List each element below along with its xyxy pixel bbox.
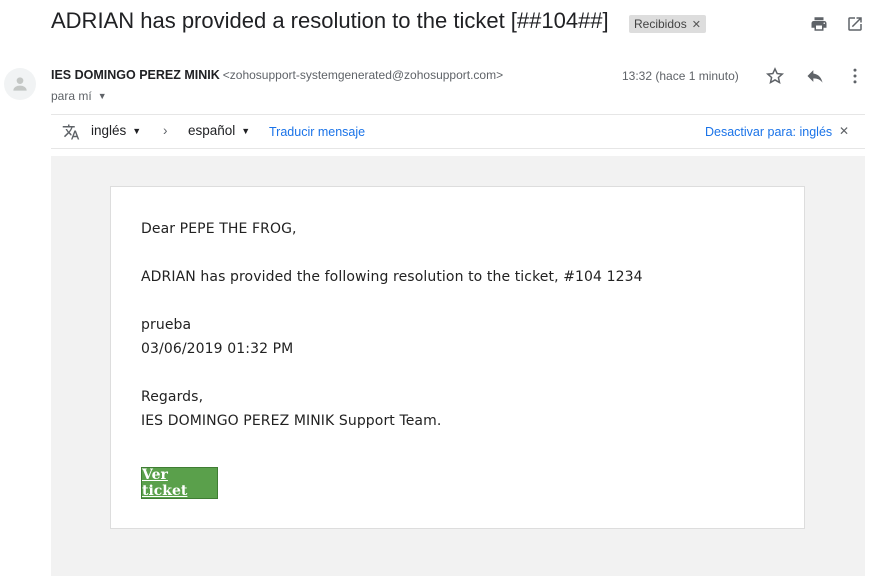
translate-icon xyxy=(61,123,81,141)
print-icon[interactable] xyxy=(809,14,829,34)
source-language-label: inglés xyxy=(91,123,127,138)
resolution-datetime: 03/06/2019 01:32 PM xyxy=(141,341,294,357)
email-subject: ADRIAN has provided a resolution to the … xyxy=(51,8,609,33)
resolution-text: prueba xyxy=(141,317,192,333)
source-language-select[interactable]: inglés ▼ xyxy=(91,123,141,138)
view-ticket-button[interactable]: Ver ticket xyxy=(141,467,218,499)
chevron-right-icon: › xyxy=(163,123,168,138)
dropdown-icon: ▼ xyxy=(241,125,251,136)
regards: Regards, xyxy=(141,389,204,405)
recipient-label: para mí xyxy=(51,89,92,103)
view-ticket-label: Ver ticket xyxy=(142,467,188,499)
open-new-window-icon[interactable] xyxy=(845,14,865,34)
target-language-label: español xyxy=(188,123,236,138)
greeting: Dear PEPE THE FROG, xyxy=(141,221,297,237)
translate-message-link[interactable]: Traducir mensaje xyxy=(269,125,365,139)
disable-translation-link[interactable]: Desactivar para: inglés xyxy=(705,125,832,139)
remove-label-icon[interactable]: ✕ xyxy=(692,18,701,31)
reply-icon[interactable] xyxy=(805,66,825,86)
dropdown-icon: ▼ xyxy=(132,125,142,136)
dropdown-icon[interactable]: ▼ xyxy=(98,91,107,101)
star-icon[interactable] xyxy=(765,66,785,86)
inbox-label-text: Recibidos xyxy=(634,17,687,31)
avatar-icon xyxy=(4,68,36,100)
target-language-select[interactable]: español ▼ xyxy=(188,123,250,138)
inbox-label-chip[interactable]: Recibidos ✕ xyxy=(629,15,706,33)
close-icon[interactable]: ✕ xyxy=(839,124,849,138)
resolution-intro: ADRIAN has provided the following resolu… xyxy=(141,269,643,285)
email-time: 13:32 (hace 1 minuto) xyxy=(622,69,739,83)
sender[interactable]: IES DOMINGO PEREZ MINIK <zohosupport-syst… xyxy=(51,68,503,82)
more-vert-icon[interactable] xyxy=(845,66,865,86)
recipient-details[interactable]: para mí ▼ xyxy=(51,89,107,103)
signature: IES DOMINGO PEREZ MINIK Support Team. xyxy=(141,413,442,429)
sender-name: IES DOMINGO PEREZ MINIK xyxy=(51,68,220,82)
sender-email: <zohosupport-systemgenerated@zohosupport… xyxy=(222,68,504,82)
translate-bar: inglés ▼ › español ▼ Traducir mensaje De… xyxy=(51,114,865,149)
